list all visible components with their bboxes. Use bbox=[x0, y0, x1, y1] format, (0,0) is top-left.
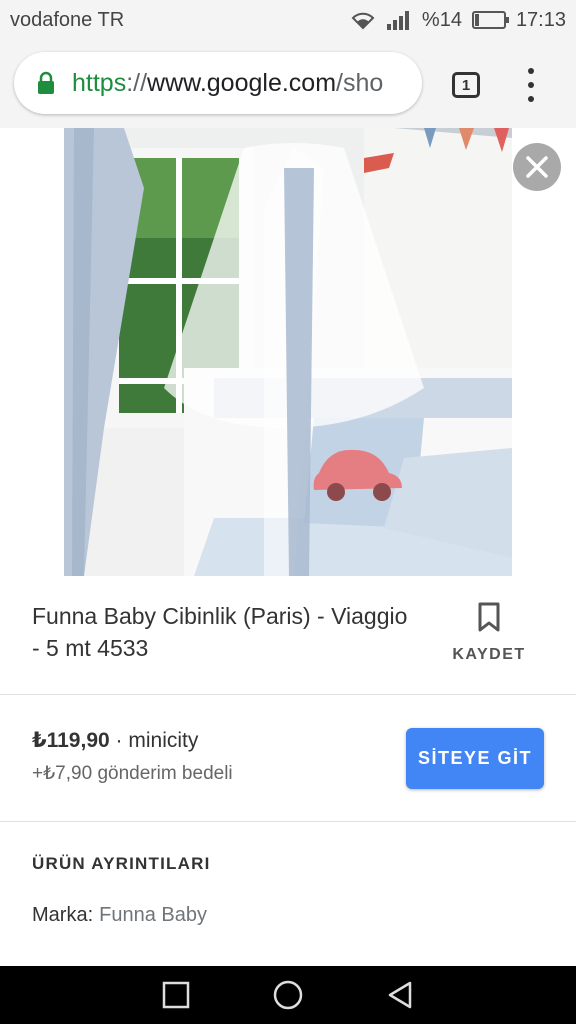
signal-icon bbox=[386, 11, 409, 30]
url-scheme: https bbox=[72, 68, 127, 97]
url-path: /sho bbox=[336, 68, 384, 97]
visit-site-button[interactable]: SİTEYE GİT bbox=[406, 728, 544, 789]
product-details-heading: ÜRÜN AYRINTILARI bbox=[32, 854, 211, 873]
navigation-bar bbox=[0, 966, 576, 1024]
brand-value: Funna Baby bbox=[99, 904, 207, 926]
battery-percent: %14 bbox=[421, 8, 462, 31]
status-bar: vodafone TR %14 17:13 bbox=[0, 0, 576, 40]
square-icon bbox=[162, 981, 190, 1009]
circle-icon bbox=[273, 980, 303, 1010]
clock: 17:13 bbox=[515, 8, 566, 31]
seller-name: · minicity bbox=[109, 729, 199, 752]
url-text: https://www.google.com/sho bbox=[72, 69, 383, 98]
wifi-icon bbox=[351, 12, 375, 30]
save-button[interactable]: KAYDET bbox=[448, 602, 530, 666]
brand-label: Marka: bbox=[32, 904, 94, 926]
brand-row: Marka: Funna Baby bbox=[32, 904, 207, 927]
home-button[interactable] bbox=[272, 979, 304, 1011]
close-icon bbox=[526, 156, 548, 178]
url-bar[interactable]: https://www.google.com/sho bbox=[14, 52, 422, 114]
tab-count: 1 bbox=[461, 76, 471, 94]
carrier-name: vodafone TR bbox=[10, 8, 125, 31]
tab-switcher-button[interactable]: 1 bbox=[452, 72, 480, 98]
product-title: Funna Baby Cibinlik (Paris) - Viaggio - … bbox=[32, 603, 408, 661]
url-host: www.google.com bbox=[147, 68, 337, 97]
close-button[interactable] bbox=[513, 143, 561, 191]
shipping-fee: +₺7,90 gönderim bedeli bbox=[32, 763, 233, 784]
save-label: KAYDET bbox=[452, 646, 526, 663]
divider bbox=[0, 821, 576, 822]
price: ₺119,90 bbox=[32, 729, 110, 752]
recents-button[interactable] bbox=[160, 979, 192, 1011]
battery-icon bbox=[471, 11, 509, 29]
price-line: ₺119,90 · minicity bbox=[32, 728, 198, 753]
url-separator: :// bbox=[126, 68, 148, 97]
bookmark-icon bbox=[478, 602, 500, 632]
lock-icon bbox=[38, 71, 54, 94]
back-button[interactable] bbox=[384, 979, 416, 1011]
more-vert-icon[interactable] bbox=[520, 68, 542, 102]
product-image[interactable] bbox=[64, 128, 512, 576]
browser-toolbar: https://www.google.com/sho 1 bbox=[0, 40, 576, 128]
divider bbox=[0, 694, 576, 695]
back-triangle-icon bbox=[388, 981, 412, 1009]
status-icons: %14 17:13 bbox=[350, 9, 566, 32]
